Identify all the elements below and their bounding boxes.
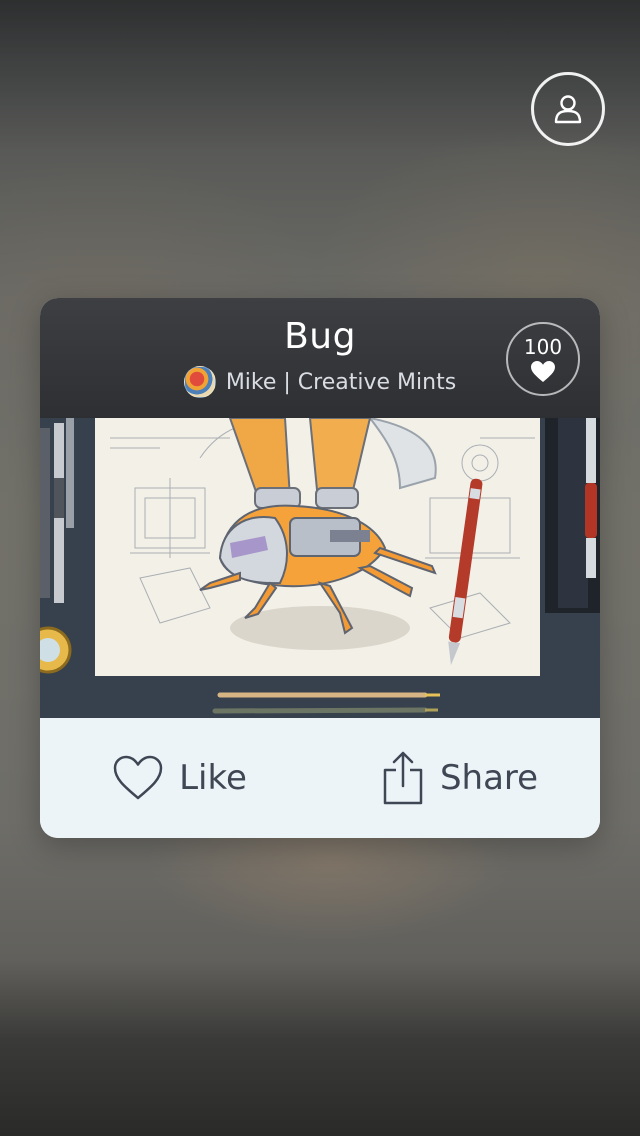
heart-outline-icon xyxy=(113,755,163,800)
share-icon xyxy=(383,751,423,805)
author-name[interactable]: Mike | Creative Mints xyxy=(226,370,456,395)
like-button[interactable]: Like xyxy=(40,718,320,838)
post-actions: Like Share xyxy=(40,718,600,838)
user-icon xyxy=(554,95,582,124)
like-label: Like xyxy=(179,758,247,798)
profile-button[interactable] xyxy=(531,72,605,146)
post-card: Bug Mike | Creative Mints 100 Like Share xyxy=(40,298,600,838)
bug-illustration xyxy=(40,418,600,718)
post-header: Bug Mike | Creative Mints 100 xyxy=(40,298,600,418)
share-label: Share xyxy=(439,758,539,798)
author-avatar[interactable] xyxy=(183,366,216,398)
share-button[interactable]: Share xyxy=(320,718,600,838)
app-screen: Bug Mike | Creative Mints 100 Like Share xyxy=(0,0,640,1136)
likes-count: 100 xyxy=(523,335,563,359)
likes-badge: 100 xyxy=(506,322,580,396)
heart-icon xyxy=(531,361,555,382)
post-image[interactable] xyxy=(40,418,600,718)
